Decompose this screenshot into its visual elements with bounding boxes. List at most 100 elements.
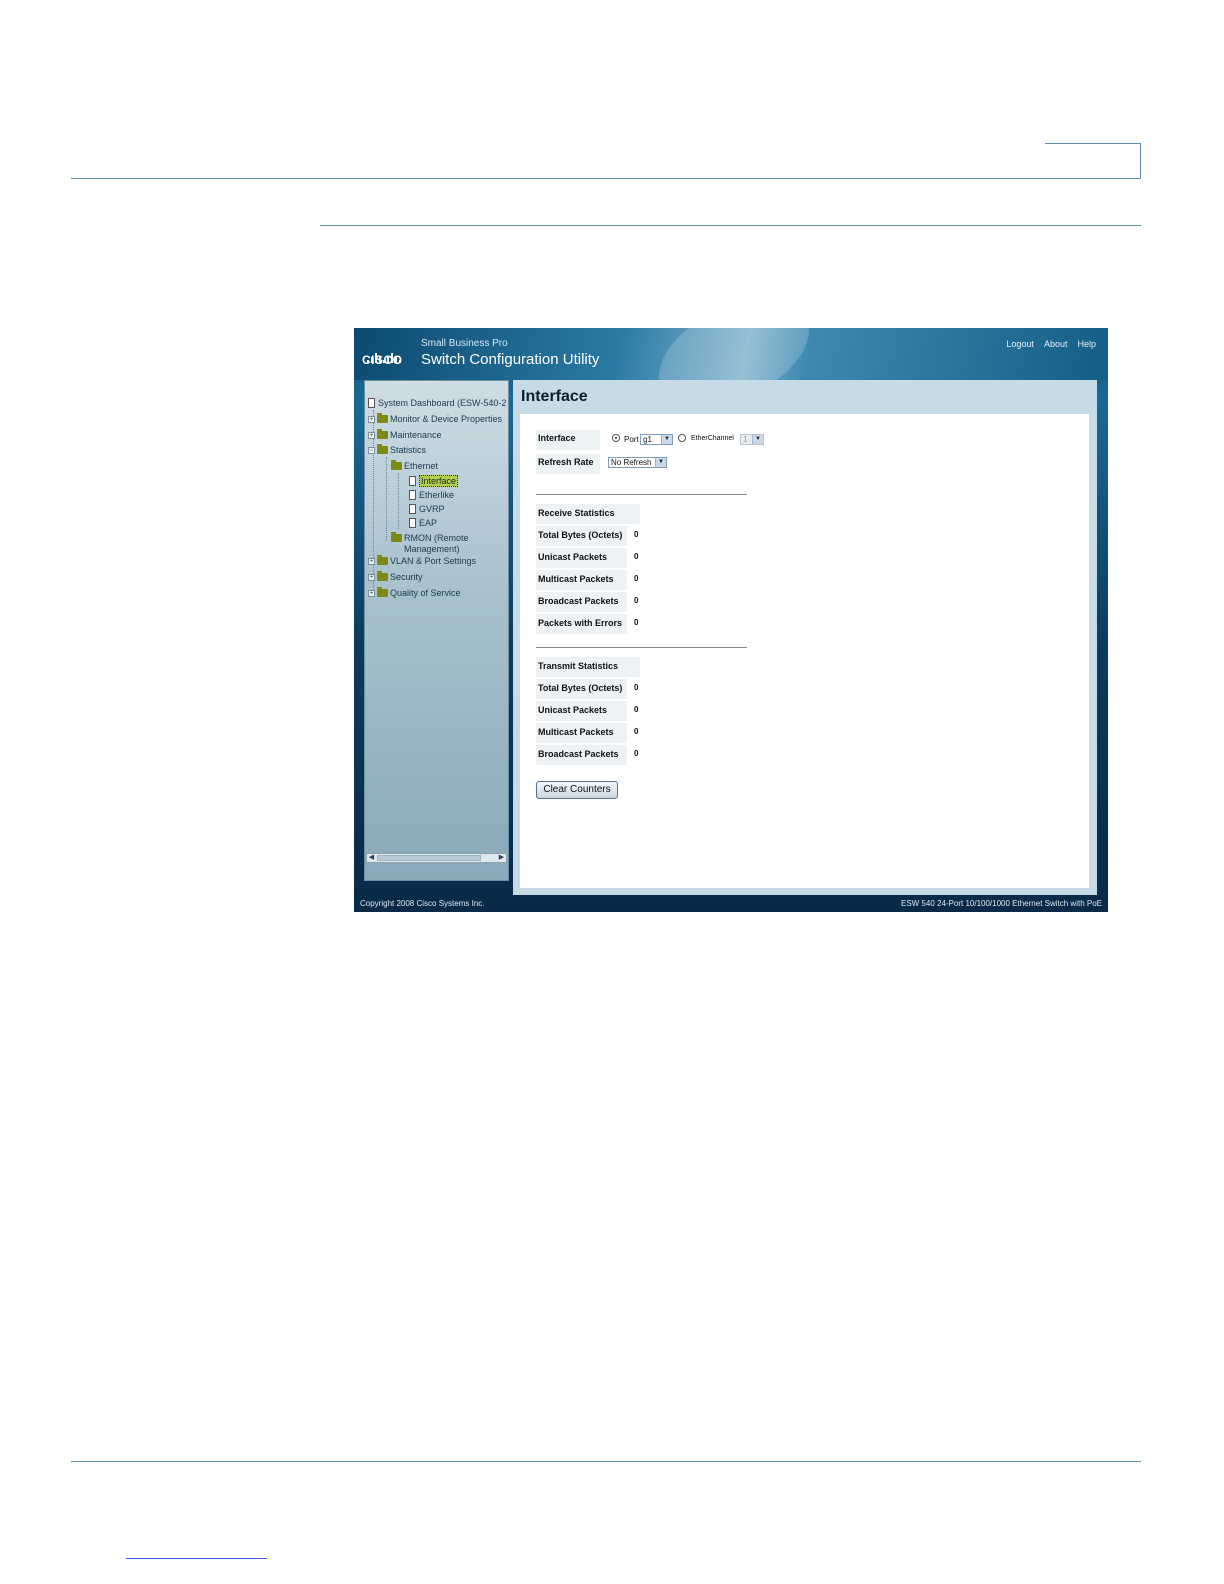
folder-icon: [377, 571, 388, 581]
chevron-down-icon: ▼: [752, 435, 763, 444]
port-select[interactable]: g1 ▼: [640, 434, 673, 445]
tree-item-label: GVRP: [419, 504, 445, 514]
page-icon: [409, 504, 416, 514]
page-footer-rule: [71, 1461, 1141, 1462]
interface-label: Interface: [536, 430, 600, 450]
page-title: Interface: [521, 388, 588, 405]
tree-item-rmon-cont: Management): [404, 543, 460, 555]
page-header-rule: [71, 178, 1141, 179]
folder-icon: [377, 587, 388, 597]
port-select-value: g1: [643, 435, 652, 444]
folder-icon: [391, 532, 402, 542]
folder-open-icon: [377, 444, 388, 454]
footer-link-underline: [126, 1558, 267, 1559]
page-tab-box: [1045, 143, 1141, 178]
tree-item-label: EAP: [419, 518, 438, 528]
tree-item-label: System Dashboard (ESW-540-2: [378, 398, 507, 408]
tree-item-dashboard[interactable]: System Dashboard (ESW-540-2: [368, 397, 506, 409]
page-icon: [409, 476, 416, 486]
scroll-right-icon[interactable]: ▶: [497, 854, 506, 862]
stat-label: Multicast Packets: [536, 570, 627, 590]
tree-item-security[interactable]: + Security: [368, 571, 423, 583]
scroll-left-icon[interactable]: ◀: [367, 854, 376, 862]
stat-value: 0: [634, 618, 639, 627]
device-model-text: ESW 540 24-Port 10/100/1000 Ethernet Swi…: [900, 899, 1102, 908]
tree-item-ethernet[interactable]: Ethernet: [391, 460, 438, 472]
tree-item-vlan[interactable]: + VLAN & Port Settings: [368, 555, 476, 567]
expand-icon[interactable]: +: [368, 557, 375, 565]
tree-item-label: Management): [404, 544, 460, 554]
stat-value: 0: [634, 574, 639, 583]
tree-item-statistics[interactable]: − Statistics: [368, 444, 426, 456]
help-link[interactable]: Help: [1077, 339, 1096, 349]
brand-subtitle: Small Business Pro: [421, 338, 508, 349]
receive-statistics-header: Receive Statistics: [536, 504, 640, 524]
stat-value: 0: [634, 552, 639, 561]
divider: [536, 494, 747, 495]
tree-item-label: RMON (Remote: [404, 533, 469, 543]
tree-item-label: Security: [390, 572, 423, 582]
expand-icon[interactable]: +: [368, 589, 375, 597]
app-title: Switch Configuration Utility: [421, 351, 600, 368]
content-body: Interface Port g1 ▼ EtherChannel 1 ▼ Ref…: [520, 414, 1089, 888]
stat-label: Total Bytes (Octets): [536, 679, 627, 699]
about-link[interactable]: About: [1044, 339, 1068, 349]
etherchannel-select[interactable]: 1 ▼: [740, 434, 764, 445]
page-icon: [368, 398, 375, 408]
content-panel: Interface Interface Port g1 ▼ EtherChann…: [513, 380, 1097, 895]
chevron-down-icon: ▼: [661, 435, 672, 444]
tree-item-label: Etherlike: [419, 490, 455, 500]
tree-item-qos[interactable]: + Quality of Service: [368, 587, 461, 599]
clear-counters-button[interactable]: Clear Counters: [536, 781, 618, 799]
sidebar-scrollbar[interactable]: ◀ ▶: [366, 853, 507, 863]
expand-icon[interactable]: +: [368, 573, 375, 581]
port-label: Port: [624, 435, 639, 444]
expand-icon[interactable]: +: [368, 415, 375, 423]
copyright-text: Copyright 2008 Cisco Systems Inc.: [360, 899, 485, 908]
folder-open-icon: [391, 460, 402, 470]
folder-icon: [377, 413, 388, 423]
stat-value: 0: [634, 683, 639, 692]
tree-item-etherlike[interactable]: Etherlike: [409, 489, 454, 501]
tree-item-label: Quality of Service: [390, 588, 461, 598]
etherchannel-radio[interactable]: [678, 434, 686, 442]
collapse-icon[interactable]: −: [368, 446, 375, 454]
page-icon: [409, 490, 416, 500]
stat-label: Packets with Errors: [536, 614, 627, 634]
etherchannel-label: EtherChannel: [691, 435, 734, 442]
tree-guide: [398, 473, 399, 529]
app-footer: Copyright 2008 Cisco Systems Inc. ESW 54…: [354, 896, 1108, 912]
folder-icon: [377, 555, 388, 565]
port-radio[interactable]: [612, 434, 620, 442]
tree-item-label: Ethernet: [404, 461, 439, 471]
tree-item-label: Statistics: [390, 445, 427, 455]
stat-label: Broadcast Packets: [536, 745, 627, 765]
refresh-rate-label: Refresh Rate: [536, 454, 600, 474]
tree-item-maintenance[interactable]: + Maintenance: [368, 429, 442, 441]
tree-item-eap[interactable]: EAP: [409, 517, 437, 529]
tree-guide: [386, 457, 387, 541]
stat-label: Broadcast Packets: [536, 592, 627, 612]
logo-text: CISCO: [362, 353, 403, 367]
divider: [536, 647, 747, 648]
stat-value: 0: [634, 727, 639, 736]
transmit-statistics-header: Transmit Statistics: [536, 657, 640, 677]
stat-label: Multicast Packets: [536, 723, 627, 743]
etherchannel-select-value: 1: [743, 435, 748, 444]
tree-item-gvrp[interactable]: GVRP: [409, 503, 445, 515]
page-icon: [409, 518, 416, 528]
stat-label: Unicast Packets: [536, 548, 627, 568]
navigation-tree: System Dashboard (ESW-540-2 + Monitor & …: [364, 380, 509, 881]
switch-config-window: CISCO Small Business Pro Switch Configur…: [354, 328, 1108, 912]
expand-icon[interactable]: +: [368, 431, 375, 439]
tree-item-label: Monitor & Device Properties: [390, 414, 503, 424]
tree-item-monitor[interactable]: + Monitor & Device Properties: [368, 413, 502, 425]
tree-item-label: Interface: [419, 475, 459, 487]
tree-item-label: Maintenance: [390, 430, 442, 440]
scroll-thumb[interactable]: [377, 855, 481, 861]
top-links: Logout About Help: [1006, 339, 1096, 349]
logout-link[interactable]: Logout: [1006, 339, 1034, 349]
refresh-rate-select[interactable]: No Refresh ▼: [608, 457, 667, 468]
stat-label: Total Bytes (Octets): [536, 526, 627, 546]
tree-item-interface[interactable]: Interface: [409, 475, 459, 487]
